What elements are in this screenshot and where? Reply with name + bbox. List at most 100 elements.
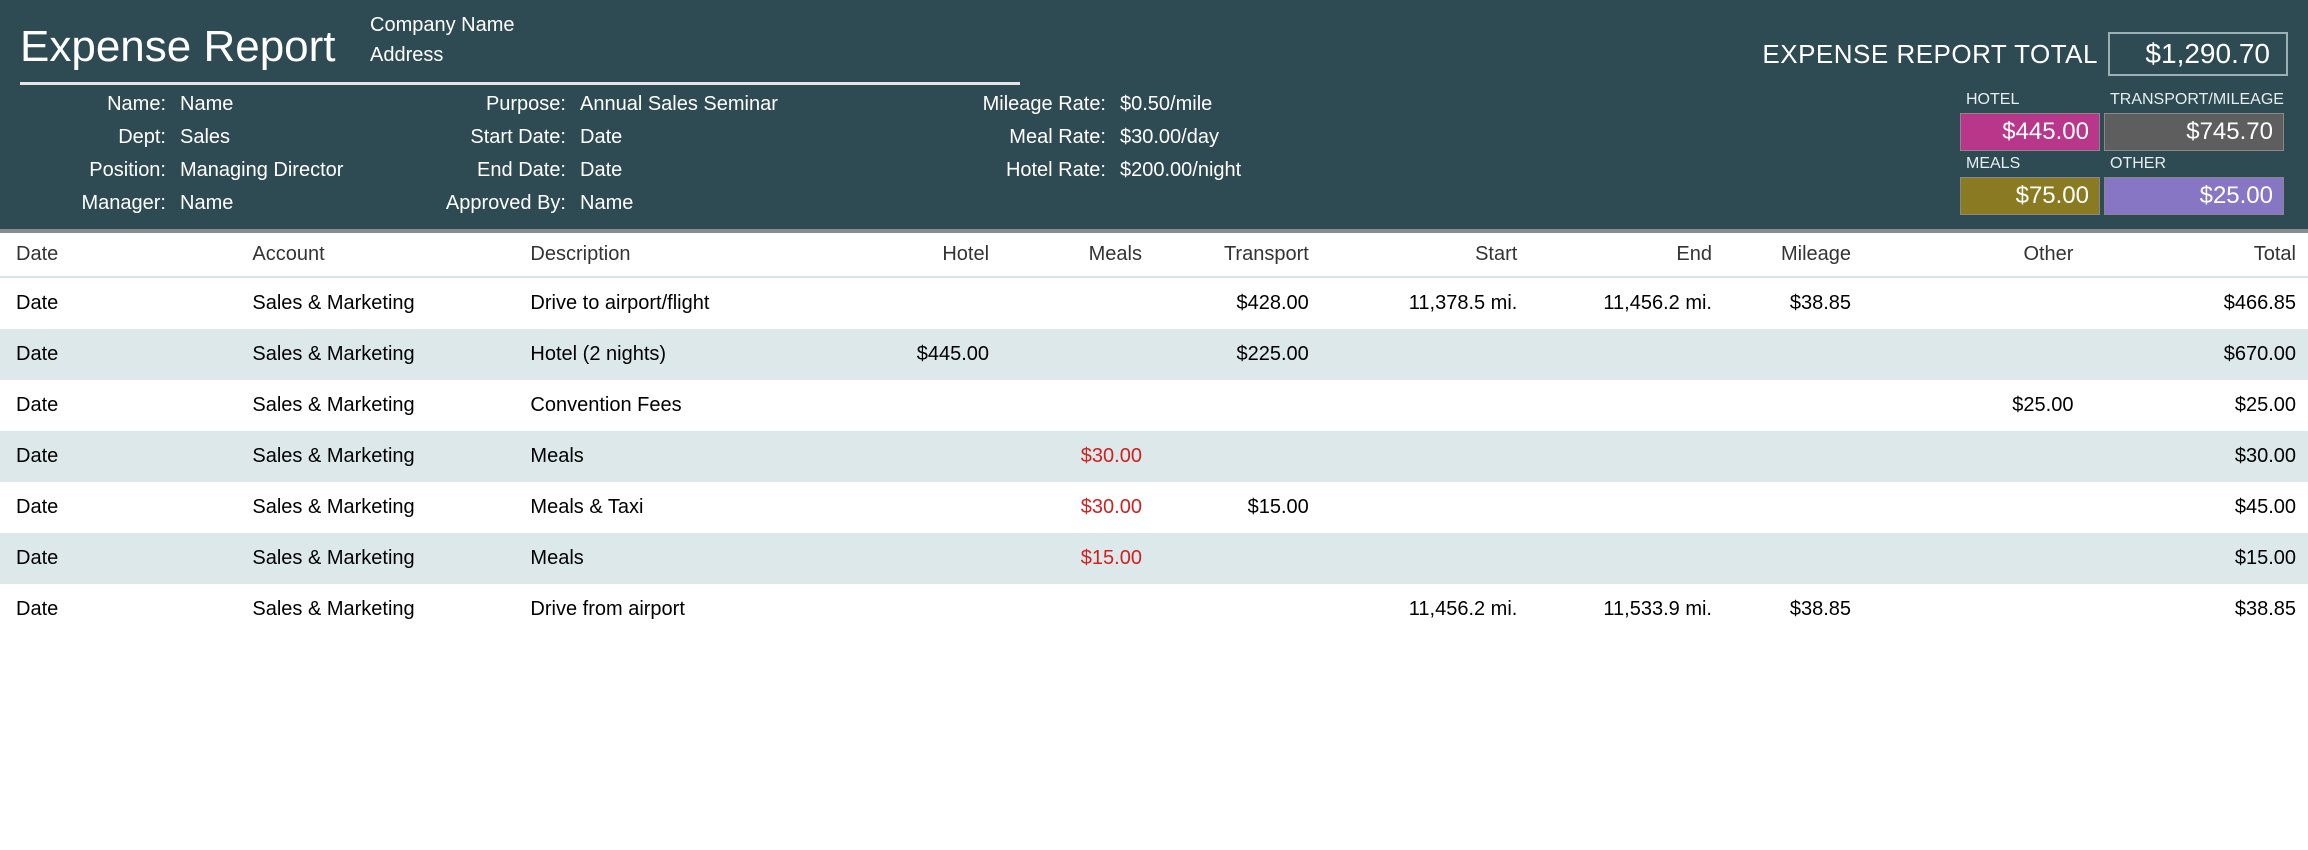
cell-other[interactable]: [1863, 431, 2085, 482]
cell-total[interactable]: $30.00: [2085, 431, 2308, 482]
cell-end[interactable]: 11,533.9 mi.: [1529, 584, 1724, 635]
cell-transport[interactable]: $15.00: [1154, 482, 1321, 533]
cell-hotel[interactable]: $445.00: [834, 329, 1001, 380]
cell-transport[interactable]: $428.00: [1154, 277, 1321, 329]
cell-meals[interactable]: $30.00: [1001, 482, 1154, 533]
cell-transport[interactable]: [1154, 380, 1321, 431]
cell-mileage[interactable]: [1724, 482, 1863, 533]
cell-transport[interactable]: $225.00: [1154, 329, 1321, 380]
cell-mileage[interactable]: [1724, 431, 1863, 482]
cell-date[interactable]: Date: [0, 431, 236, 482]
start-date-value: Date: [580, 126, 900, 149]
cell-total[interactable]: $38.85: [2085, 584, 2308, 635]
cell-total[interactable]: $45.00: [2085, 482, 2308, 533]
cell-date[interactable]: Date: [0, 277, 236, 329]
cell-account[interactable]: Sales & Marketing: [236, 431, 514, 482]
table-row[interactable]: DateSales & MarketingMeals $15.00 $15.00: [0, 533, 2308, 584]
cell-date[interactable]: Date: [0, 380, 236, 431]
cell-description[interactable]: Convention Fees: [514, 380, 834, 431]
cell-hotel[interactable]: [834, 533, 1001, 584]
meals-sum-value: $75.00: [1960, 177, 2100, 215]
cell-hotel[interactable]: [834, 380, 1001, 431]
cell-description[interactable]: Meals: [514, 533, 834, 584]
cell-meals[interactable]: $15.00: [1001, 533, 1154, 584]
meal-rate-label: Meal Rate:: [900, 126, 1120, 149]
cell-description[interactable]: Drive from airport: [514, 584, 834, 635]
cell-start[interactable]: [1321, 482, 1530, 533]
cell-mileage[interactable]: $38.85: [1724, 277, 1863, 329]
cell-other[interactable]: [1863, 482, 2085, 533]
cell-hotel[interactable]: [834, 482, 1001, 533]
cell-account[interactable]: Sales & Marketing: [236, 482, 514, 533]
cell-start[interactable]: [1321, 380, 1530, 431]
cell-end[interactable]: [1529, 380, 1724, 431]
approved-value: Name: [580, 192, 900, 215]
cell-start[interactable]: [1321, 533, 1530, 584]
cell-end[interactable]: [1529, 329, 1724, 380]
cell-mileage[interactable]: [1724, 329, 1863, 380]
cell-description[interactable]: Hotel (2 nights): [514, 329, 834, 380]
position-value: Managing Director: [180, 159, 380, 182]
table-row[interactable]: DateSales & MarketingMeals & Taxi$30.00$…: [0, 482, 2308, 533]
cell-hotel[interactable]: [834, 277, 1001, 329]
cell-total[interactable]: $466.85: [2085, 277, 2308, 329]
purpose-label: Purpose:: [380, 93, 580, 116]
cell-other[interactable]: [1863, 584, 2085, 635]
cell-hotel[interactable]: [834, 431, 1001, 482]
cell-transport[interactable]: [1154, 533, 1321, 584]
cell-total[interactable]: $670.00: [2085, 329, 2308, 380]
table-row[interactable]: DateSales & MarketingDrive from airport 1…: [0, 584, 2308, 635]
col-meals: Meals: [1001, 233, 1154, 277]
col-mileage: Mileage: [1724, 233, 1863, 277]
cell-description[interactable]: Drive to airport/flight: [514, 277, 834, 329]
company-block: Company Name Address: [370, 8, 1762, 70]
cell-transport[interactable]: [1154, 431, 1321, 482]
cell-transport[interactable]: [1154, 584, 1321, 635]
cell-other[interactable]: $25.00: [1863, 380, 2085, 431]
cell-account[interactable]: Sales & Marketing: [236, 533, 514, 584]
cell-meals[interactable]: [1001, 329, 1154, 380]
hotel-rate-label: Hotel Rate:: [900, 159, 1120, 182]
cell-other[interactable]: [1863, 329, 2085, 380]
table-row[interactable]: DateSales & MarketingConvention Fees $25.…: [0, 380, 2308, 431]
end-date-label: End Date:: [380, 159, 580, 182]
table-header-row: Date Account Description Hotel Meals Tra…: [0, 233, 2308, 277]
cell-start[interactable]: 11,456.2 mi.: [1321, 584, 1530, 635]
cell-meals[interactable]: [1001, 380, 1154, 431]
table-row[interactable]: DateSales & MarketingDrive to airport/fl…: [0, 277, 2308, 329]
cell-description[interactable]: Meals & Taxi: [514, 482, 834, 533]
cell-total[interactable]: $15.00: [2085, 533, 2308, 584]
cell-account[interactable]: Sales & Marketing: [236, 277, 514, 329]
cell-total[interactable]: $25.00: [2085, 380, 2308, 431]
manager-label: Manager:: [20, 192, 180, 215]
page-title: Expense Report: [20, 8, 370, 72]
cell-meals[interactable]: $30.00: [1001, 431, 1154, 482]
cell-mileage[interactable]: [1724, 380, 1863, 431]
hotel-sum-value: $445.00: [1960, 113, 2100, 151]
cell-end[interactable]: [1529, 533, 1724, 584]
col-hotel: Hotel: [834, 233, 1001, 277]
cell-account[interactable]: Sales & Marketing: [236, 584, 514, 635]
cell-meals[interactable]: [1001, 277, 1154, 329]
cell-other[interactable]: [1863, 533, 2085, 584]
cell-date[interactable]: Date: [0, 584, 236, 635]
cell-date[interactable]: Date: [0, 329, 236, 380]
cell-end[interactable]: 11,456.2 mi.: [1529, 277, 1724, 329]
cell-mileage[interactable]: [1724, 533, 1863, 584]
cell-date[interactable]: Date: [0, 533, 236, 584]
cell-start[interactable]: [1321, 329, 1530, 380]
cell-other[interactable]: [1863, 277, 2085, 329]
cell-hotel[interactable]: [834, 584, 1001, 635]
cell-meals[interactable]: [1001, 584, 1154, 635]
cell-account[interactable]: Sales & Marketing: [236, 329, 514, 380]
cell-end[interactable]: [1529, 431, 1724, 482]
cell-description[interactable]: Meals: [514, 431, 834, 482]
table-row[interactable]: DateSales & MarketingHotel (2 nights)$44…: [0, 329, 2308, 380]
cell-date[interactable]: Date: [0, 482, 236, 533]
cell-account[interactable]: Sales & Marketing: [236, 380, 514, 431]
table-row[interactable]: DateSales & MarketingMeals $30.00 $30.00: [0, 431, 2308, 482]
cell-start[interactable]: 11,378.5 mi.: [1321, 277, 1530, 329]
cell-end[interactable]: [1529, 482, 1724, 533]
cell-start[interactable]: [1321, 431, 1530, 482]
cell-mileage[interactable]: $38.85: [1724, 584, 1863, 635]
